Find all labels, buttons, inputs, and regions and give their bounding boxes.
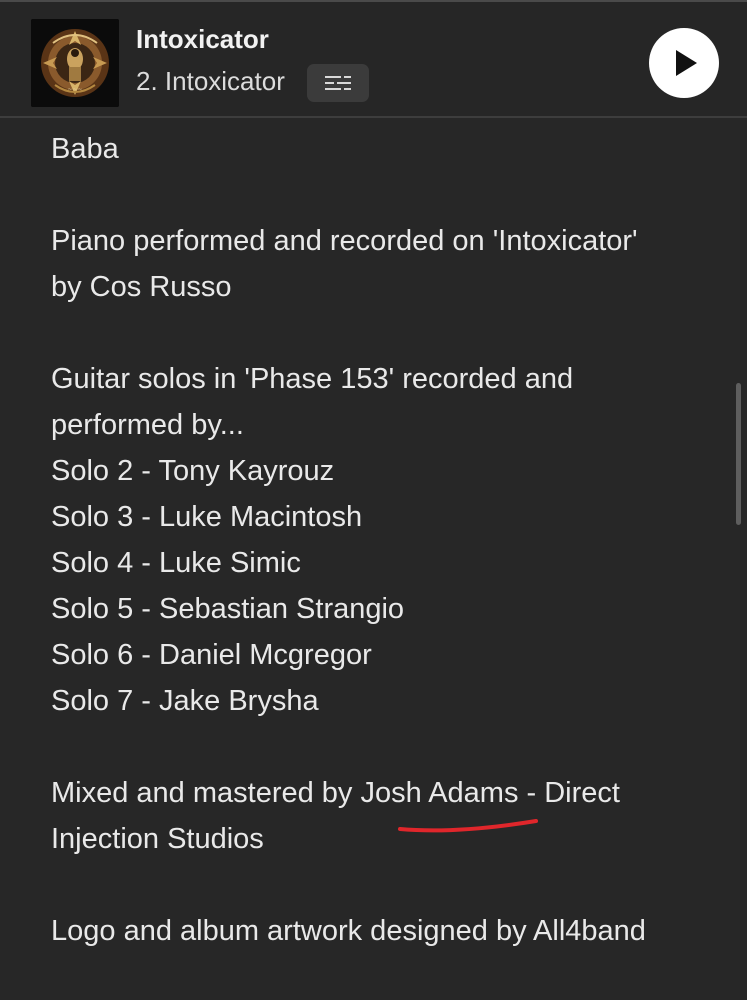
credits-line: Solo 3 - Luke Macintosh [51, 501, 363, 533]
credits-line: Baba [51, 133, 119, 165]
svg-text:~~~: ~~~ [67, 86, 82, 93]
credits-line: Guitar solos in 'Phase 153' recorded and [51, 363, 574, 395]
credits-line: performed by... [51, 409, 244, 441]
play-icon [676, 50, 697, 76]
track-subtitle: 2. Intoxicator [136, 66, 285, 96]
credits-line: Mixed and mastered by Josh Adams - Direc… [51, 777, 620, 809]
album-artwork[interactable]: ~~~ [31, 19, 119, 107]
credits-text: Baba Piano performed and recorded on 'In… [51, 118, 721, 1000]
credits-line: Solo 6 - Daniel Mcgregor [51, 639, 372, 671]
credits-line: Injection Studios [51, 823, 264, 855]
credits-line: Solo 7 - Jake Brysha [51, 685, 319, 717]
scrollbar[interactable] [736, 383, 741, 525]
track-title: Intoxicator [136, 24, 269, 54]
queue-button[interactable] [307, 64, 369, 102]
credits-line: Piano performed and recorded on 'Intoxic… [51, 225, 638, 257]
credits-line: Solo 4 - Luke Simic [51, 547, 301, 579]
credits-line: Solo 5 - Sebastian Strangio [51, 593, 405, 625]
credits-line: Logo and album artwork designed by All4b… [51, 915, 646, 947]
play-button[interactable] [649, 28, 719, 98]
queue-list-icon [325, 76, 351, 90]
red-underline-annotation [398, 819, 538, 833]
credits-line: Solo 2 - Tony Kayrouz [51, 455, 335, 487]
album-art-emblem-icon: ~~~ [31, 19, 119, 107]
now-playing-header: ~~~ Intoxicator 2. Intoxicator [0, 2, 747, 116]
credits-line: by Cos Russo [51, 271, 232, 303]
